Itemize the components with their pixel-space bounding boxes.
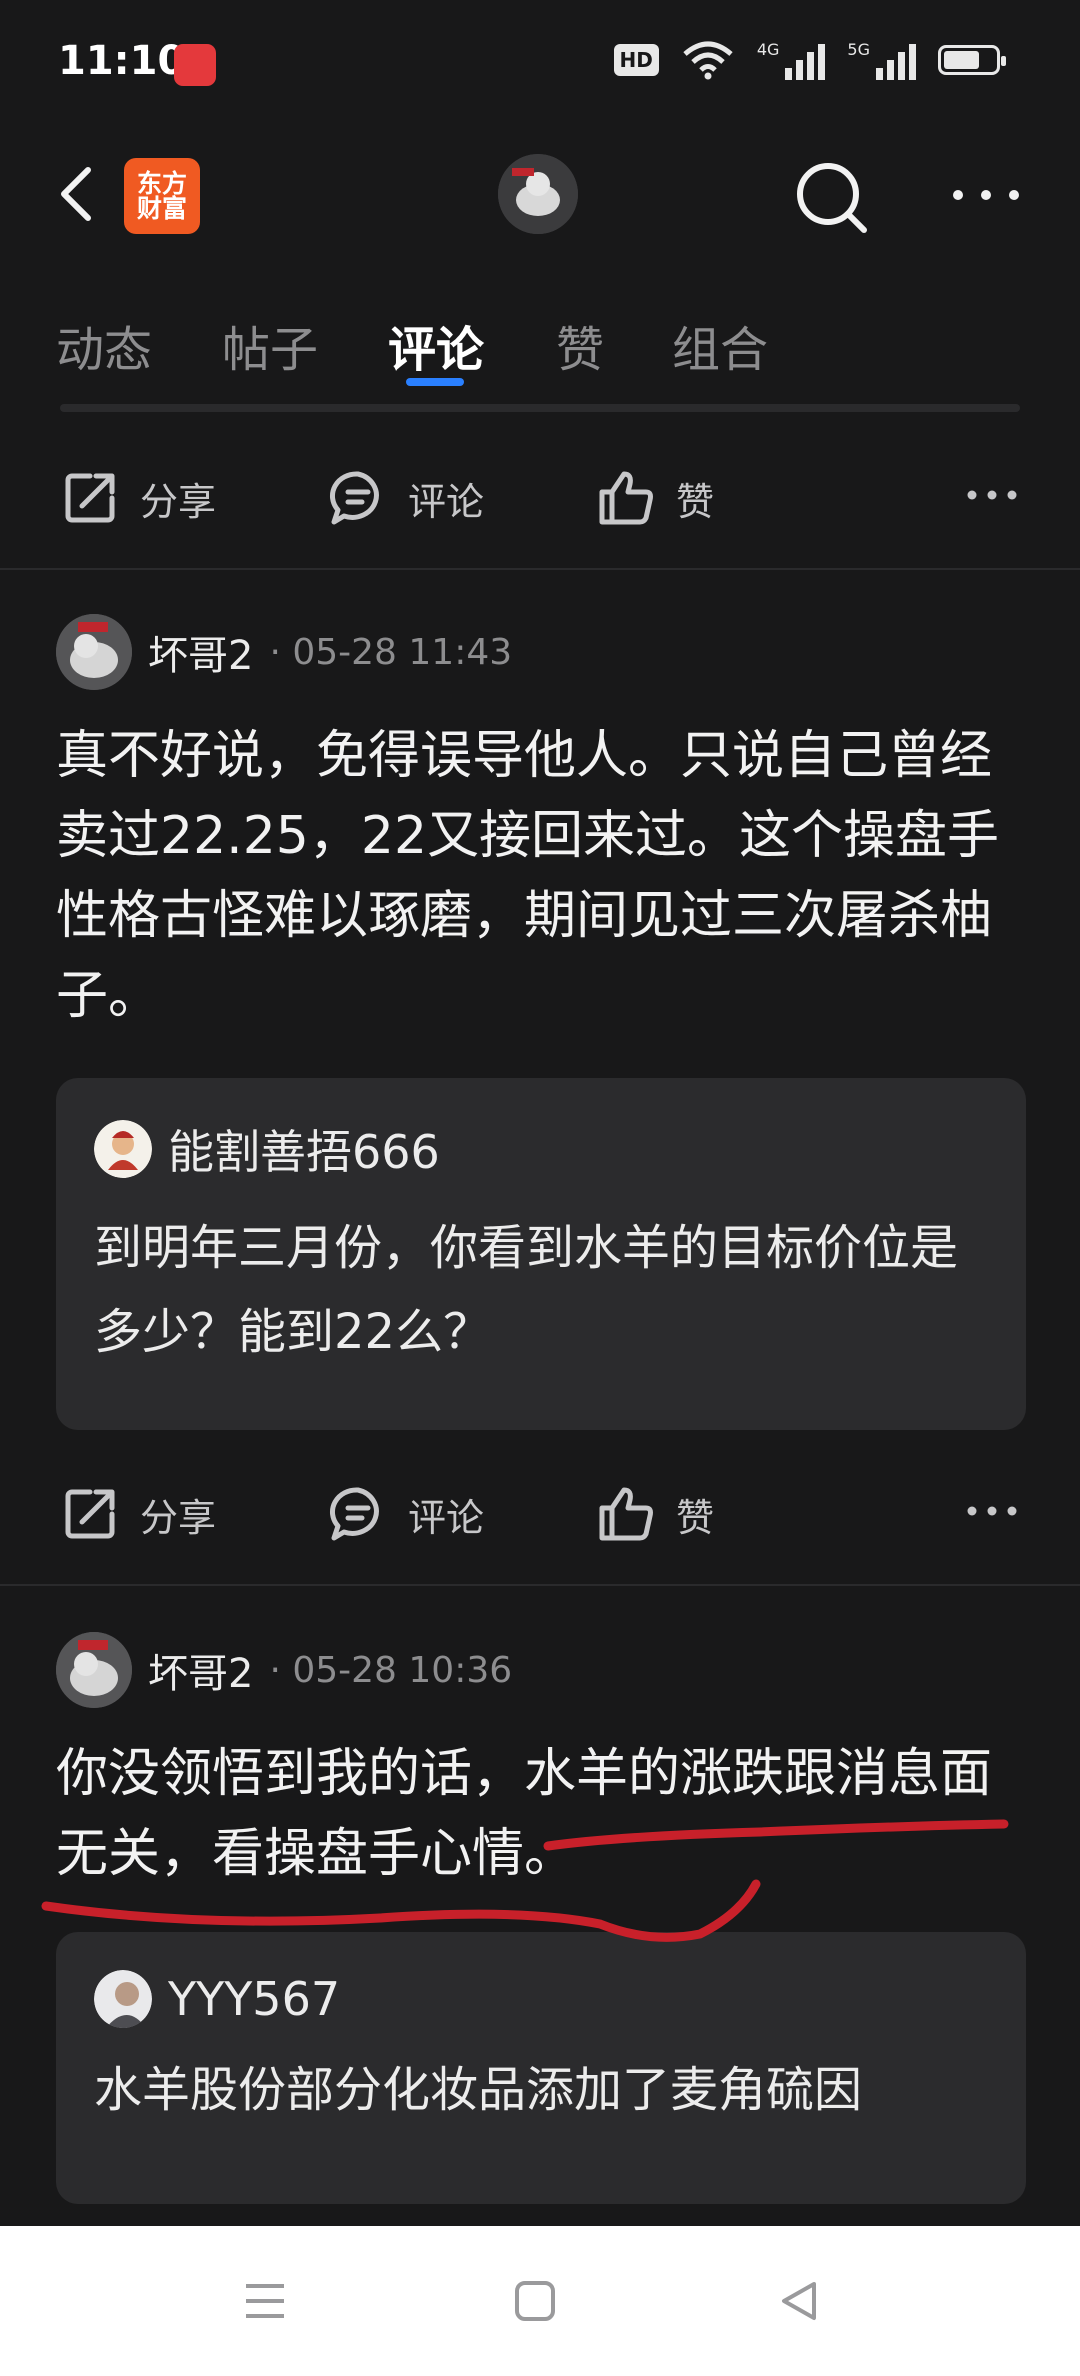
avatar bbox=[94, 1970, 152, 2028]
status-bar: 11:10 HD 4G 5G bbox=[0, 0, 1080, 130]
wifi-icon bbox=[683, 41, 733, 80]
post-header: 坏哥2 · 05-28 11:43 bbox=[56, 612, 512, 692]
like-label: 赞 bbox=[676, 479, 715, 524]
post-timestamp: · 05-28 10:36 bbox=[269, 1649, 513, 1691]
tab-portfolio[interactable]: 组合 bbox=[672, 310, 768, 380]
avatar bbox=[94, 1120, 152, 1178]
tab-comments[interactable]: 评论 bbox=[388, 310, 484, 380]
share-button[interactable]: 分享 bbox=[60, 1484, 216, 1544]
comment-label: 评论 bbox=[408, 1495, 485, 1540]
tab-posts[interactable]: 帖子 bbox=[222, 310, 318, 380]
signal-4g-icon: 4G bbox=[757, 40, 826, 80]
battery-icon bbox=[938, 45, 1006, 75]
tab-dynamics[interactable]: 动态 bbox=[56, 310, 152, 380]
share-icon bbox=[65, 473, 115, 523]
comment-icon bbox=[329, 1487, 379, 1541]
comment-text[interactable]: 真不好说，免得误导他人。只说自己曾经卖过22.25，22又接回来过。这个操盘手性… bbox=[56, 716, 1024, 1036]
home-icon[interactable] bbox=[510, 2276, 560, 2326]
avatar[interactable] bbox=[56, 614, 132, 690]
author-name[interactable]: 坏哥2 bbox=[148, 623, 253, 681]
status-time: 11:10 bbox=[58, 38, 186, 84]
tab-likes[interactable]: 赞 bbox=[556, 310, 604, 380]
share-label: 分享 bbox=[140, 479, 217, 524]
share-label: 分享 bbox=[140, 1495, 217, 1540]
comment-icon bbox=[329, 471, 379, 525]
notification-app-icon bbox=[174, 44, 216, 86]
more-options-icon[interactable] bbox=[946, 170, 1026, 220]
thumbs-up-icon bbox=[599, 471, 653, 525]
more-options-icon[interactable] bbox=[964, 480, 1020, 510]
post-header: 坏哥2 · 05-28 10:36 bbox=[56, 1630, 512, 1710]
hd-icon: HD bbox=[613, 44, 659, 76]
post-timestamp: · 05-28 11:43 bbox=[269, 631, 513, 673]
search-icon[interactable] bbox=[792, 158, 872, 238]
comment-label: 评论 bbox=[408, 479, 485, 524]
like-button[interactable]: 赞 bbox=[596, 1484, 714, 1544]
profile-tabs: 动态 帖子 评论 赞 组合 bbox=[0, 290, 1080, 390]
app-logo[interactable]: 东方 财富 bbox=[124, 158, 200, 234]
top-header: 东方 财富 bbox=[0, 130, 1080, 260]
like-button[interactable]: 赞 bbox=[596, 468, 714, 528]
author-name[interactable]: 坏哥2 bbox=[148, 1641, 253, 1699]
user-avatar[interactable] bbox=[498, 154, 578, 234]
quoted-post[interactable]: 能割善捂666 到明年三月份，你看到水羊的目标价位是多少？能到22么？ bbox=[56, 1078, 1026, 1430]
signal-5g-icon: 5G bbox=[847, 40, 916, 80]
quoted-post[interactable]: YYY567 水羊股份部分化妆品添加了麦角硫因 bbox=[56, 1932, 1026, 2204]
quoted-author-name[interactable]: YYY567 bbox=[168, 1972, 340, 2026]
menu-icon[interactable] bbox=[240, 2276, 290, 2326]
back-arrow-icon[interactable] bbox=[50, 164, 110, 224]
quoted-author-name[interactable]: 能割善捂666 bbox=[168, 1116, 440, 1182]
share-icon bbox=[65, 1489, 115, 1539]
comment-button[interactable]: 评论 bbox=[328, 1484, 484, 1544]
share-button[interactable]: 分享 bbox=[60, 468, 216, 528]
like-label: 赞 bbox=[676, 1495, 715, 1540]
action-bar: 分享 评论 赞 bbox=[0, 440, 1080, 550]
comment-button[interactable]: 评论 bbox=[328, 468, 484, 528]
divider bbox=[0, 568, 1080, 570]
thumbs-up-icon bbox=[599, 1487, 653, 1541]
quoted-text: 水羊股份部分化妆品添加了麦角硫因 bbox=[94, 2062, 863, 2118]
action-bar: 分享 评论 赞 bbox=[0, 1456, 1080, 1566]
avatar[interactable] bbox=[56, 1632, 132, 1708]
more-options-icon[interactable] bbox=[964, 1496, 1020, 1526]
system-navigation-bar bbox=[0, 2226, 1080, 2376]
collapsed-content-edge bbox=[60, 404, 1020, 412]
comment-text[interactable]: 你没领悟到我的话，水羊的涨跌跟消息面无关，看操盘手心情。 bbox=[56, 1734, 1024, 1894]
active-tab-indicator bbox=[406, 378, 464, 386]
quoted-text: 到明年三月份，你看到水羊的目标价位是多少？能到22么？ bbox=[94, 1220, 959, 1360]
divider bbox=[0, 1584, 1080, 1586]
back-triangle-icon[interactable] bbox=[774, 2276, 824, 2326]
